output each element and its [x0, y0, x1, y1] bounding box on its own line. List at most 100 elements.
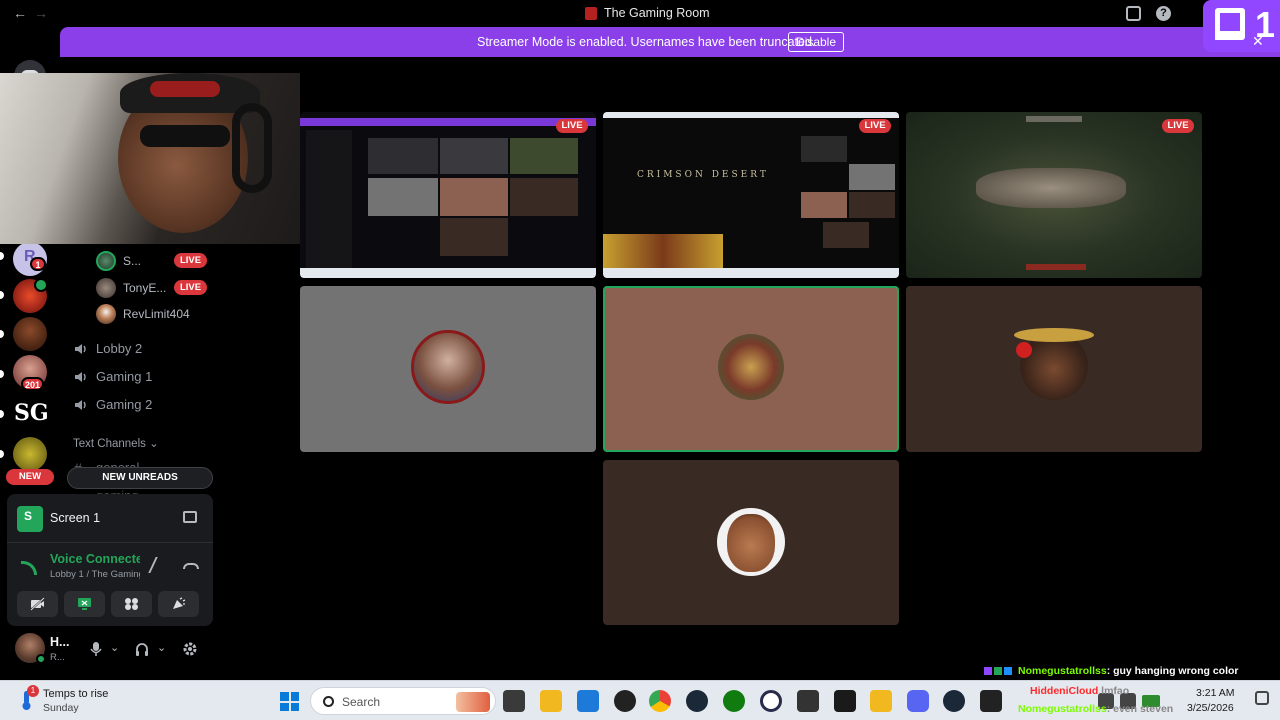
title-bar: ← → The Gaming Room ?: [0, 0, 1280, 27]
stream-preview-banner: [300, 118, 596, 126]
inbox-icon[interactable]: [1126, 6, 1141, 21]
stream-preview-tile: [823, 222, 869, 248]
headphones-icon[interactable]: [135, 641, 149, 657]
chat-message-3: Nomegustatrollss: even steven: [1018, 703, 1173, 715]
screen-share-icon: [17, 506, 43, 532]
chrome-icon[interactable]: [649, 690, 671, 712]
rockstar-icon[interactable]: [870, 690, 892, 712]
chat-user: Nomegustatrollss: [1018, 703, 1107, 715]
webcam-headset: [232, 103, 272, 193]
avatar-hat: [1014, 328, 1094, 342]
stream-preview-tile: [849, 164, 895, 190]
new-servers-pill[interactable]: NEW: [6, 469, 54, 485]
search-icon: [323, 696, 334, 707]
server-voice-indicator: [34, 278, 48, 292]
live-badge: LIVE: [556, 119, 588, 133]
close-banner-icon[interactable]: ✕: [1252, 33, 1264, 50]
live-badge: LIVE: [174, 280, 207, 295]
stream-tile-1[interactable]: LIVE: [300, 112, 596, 278]
webcam-cap-logo: [150, 81, 220, 97]
voice-user-name: RevLimit404: [123, 307, 190, 321]
store-icon[interactable]: [577, 690, 599, 712]
voice-channel-lobby-2[interactable]: Lobby 2: [74, 338, 214, 360]
epic-games-icon[interactable]: [834, 690, 856, 712]
avatar: [96, 278, 116, 298]
back-arrow-icon[interactable]: ←: [13, 5, 27, 21]
stream-game-title: CRIMSON DESERT: [637, 170, 769, 180]
server-icon-sg[interactable]: SG: [13, 397, 47, 431]
clock-time[interactable]: 3:21 AM: [1196, 687, 1235, 699]
voice-channel-gaming-2[interactable]: Gaming 2: [74, 394, 214, 416]
taskbar-search[interactable]: Search: [310, 687, 496, 715]
settings-gear-icon[interactable]: [182, 641, 198, 657]
microphone-icon[interactable]: [89, 641, 103, 657]
weather-title[interactable]: Temps to rise: [43, 688, 108, 700]
voice-user-3[interactable]: RevLimit404: [96, 303, 216, 325]
streamer-mode-banner: Streamer Mode is enabled. Usernames have…: [60, 27, 1280, 57]
voice-channel-gaming-1[interactable]: Gaming 1: [74, 366, 214, 388]
stream-tile-3[interactable]: LIVE: [906, 112, 1202, 278]
stream-preview-taskbar: [300, 268, 596, 278]
soundboard-button[interactable]: [158, 591, 199, 617]
discord-window: ← → The Gaming Room ? Streamer Mode is e…: [0, 0, 1280, 720]
chat-text: : guy hanging wrong color: [1106, 665, 1239, 677]
voice-status[interactable]: Voice Connected: [50, 552, 140, 566]
forward-arrow-icon[interactable]: →: [34, 5, 48, 21]
server-icon-portrait[interactable]: [13, 317, 47, 351]
obs-icon[interactable]: [614, 690, 636, 712]
stream-hud: [1026, 116, 1082, 122]
soundboard-icon: [173, 597, 186, 609]
screen-share-button[interactable]: [64, 591, 105, 617]
speaker-icon: [74, 342, 88, 356]
noise-suppression-icon[interactable]: [148, 557, 172, 573]
steam-icon-2[interactable]: [943, 690, 965, 712]
participant-tile-2-speaking[interactable]: [603, 286, 899, 452]
help-icon[interactable]: ?: [1156, 6, 1171, 21]
screen-share-panel: Screen 1: [7, 494, 213, 542]
xbox-icon[interactable]: [723, 690, 745, 712]
task-view-icon[interactable]: [503, 690, 525, 712]
chat-user: Nomegustatrollss: [1018, 665, 1107, 677]
server-icon: [585, 7, 597, 20]
voice-location[interactable]: Lobby 1 / The Gaming Room: [50, 569, 140, 580]
chat-message-2: HiddeniCloud lmfao: [1030, 685, 1129, 697]
stream-preview-titlebar: [603, 112, 899, 118]
stream-tile-2[interactable]: CRIMSON DESERT LIVE: [603, 112, 899, 278]
stop-sharing-icon[interactable]: [183, 511, 197, 523]
disable-streamer-mode-button[interactable]: Disable: [788, 32, 844, 52]
camera-toggle-button[interactable]: [17, 591, 58, 617]
chevron-down-icon[interactable]: ⌄: [110, 641, 119, 654]
stream-hud-health: [1026, 264, 1086, 270]
avatar: [718, 334, 784, 400]
participant-tile-3[interactable]: [906, 286, 1202, 452]
chat-text: lmfao: [1101, 685, 1130, 697]
live-badge: LIVE: [859, 119, 891, 133]
steam-icon[interactable]: [686, 690, 708, 712]
activities-button[interactable]: [111, 591, 152, 617]
speaker-icon: [74, 370, 88, 384]
twitch-icon: [1215, 8, 1245, 40]
notifications-icon[interactable]: [1255, 691, 1269, 705]
server-icon-yellow[interactable]: [13, 437, 47, 471]
participant-tile-1[interactable]: [300, 286, 596, 452]
clock-date[interactable]: 3/25/2026: [1187, 702, 1234, 714]
file-explorer-icon[interactable]: [540, 690, 562, 712]
stream-preview-tile: [440, 218, 508, 256]
camera-off-icon: [30, 597, 45, 611]
screen-share-label: Screen 1: [50, 511, 101, 525]
chevron-down-icon[interactable]: ⌄: [157, 641, 166, 654]
avatar: [96, 251, 116, 271]
username[interactable]: H...: [50, 635, 69, 649]
app-icon-3[interactable]: [980, 690, 1002, 712]
text-channels-category[interactable]: Text Channels ⌄: [73, 436, 159, 450]
participant-tile-4[interactable]: [603, 460, 899, 625]
discord-icon[interactable]: [907, 690, 929, 712]
disconnect-icon[interactable]: [183, 563, 199, 569]
webcam-overlay: [0, 73, 300, 244]
app-icon[interactable]: [760, 690, 782, 712]
windows-start-icon[interactable]: [280, 692, 299, 711]
channel-name: Gaming 1: [96, 369, 153, 384]
live-badge: LIVE: [1162, 119, 1194, 133]
connection-signal-icon[interactable]: [21, 561, 37, 575]
app-icon-2[interactable]: [797, 690, 819, 712]
